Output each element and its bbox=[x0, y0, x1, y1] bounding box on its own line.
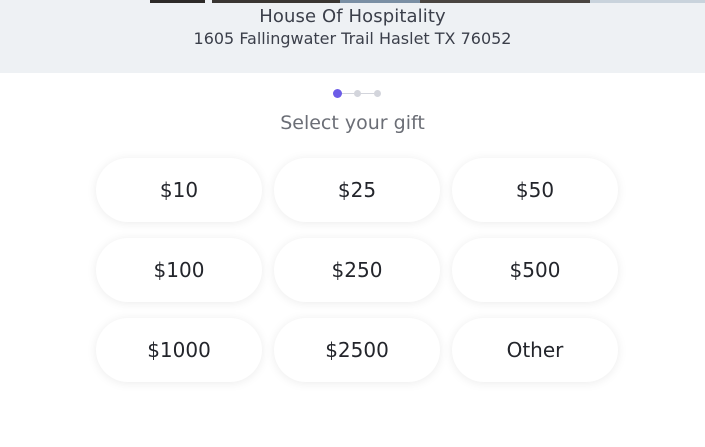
step-dot-3 bbox=[374, 90, 381, 97]
gift-option-10[interactable]: $10 bbox=[96, 158, 262, 222]
donation-page: House Of Hospitality 1605 Fallingwater T… bbox=[0, 0, 705, 447]
gift-option-2500[interactable]: $2500 bbox=[274, 318, 440, 382]
organization-name: House Of Hospitality bbox=[259, 6, 446, 27]
organization-header: House Of Hospitality 1605 Fallingwater T… bbox=[0, 3, 705, 73]
gift-option-100[interactable]: $100 bbox=[96, 238, 262, 302]
step-dot-2 bbox=[354, 90, 361, 97]
step-dot-1-active bbox=[333, 89, 342, 98]
gift-option-other[interactable]: Other bbox=[452, 318, 618, 382]
gift-options-grid: $10 $25 $50 $100 $250 $500 $1000 $2500 O… bbox=[96, 158, 620, 382]
gift-option-25[interactable]: $25 bbox=[274, 158, 440, 222]
step-indicator bbox=[333, 89, 383, 99]
select-gift-title: Select your gift bbox=[280, 112, 425, 134]
gift-option-1000[interactable]: $1000 bbox=[96, 318, 262, 382]
gift-option-500[interactable]: $500 bbox=[452, 238, 618, 302]
gift-option-50[interactable]: $50 bbox=[452, 158, 618, 222]
gift-option-250[interactable]: $250 bbox=[274, 238, 440, 302]
organization-address: 1605 Fallingwater Trail Haslet TX 76052 bbox=[193, 29, 512, 48]
